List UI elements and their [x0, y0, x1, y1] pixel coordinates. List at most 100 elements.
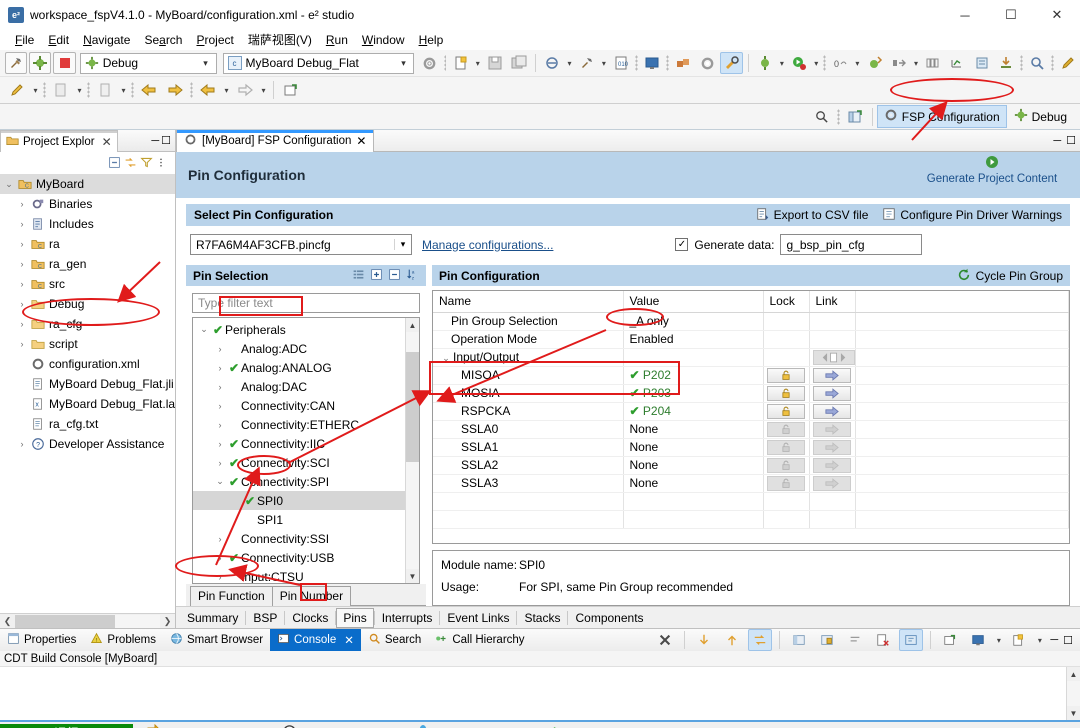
link-group-icon[interactable] [812, 349, 855, 365]
col-header-lock[interactable]: Lock [763, 291, 810, 313]
lock-icon[interactable] [766, 367, 805, 383]
hammer-build-icon[interactable] [576, 52, 598, 74]
bottom-tab-clocks[interactable]: Clocks [285, 608, 335, 628]
tree-twisty[interactable]: › [213, 458, 227, 468]
tree-twisty[interactable]: ⌄ [439, 353, 453, 364]
tree-twisty[interactable]: › [15, 259, 29, 269]
minimize-button[interactable]: ─ [942, 0, 988, 30]
open-perspective-icon[interactable] [843, 106, 867, 128]
pin-row-ssla3[interactable]: SSLA3 None [433, 474, 1069, 493]
link-cell[interactable] [809, 456, 856, 475]
bottom-tab-bsp[interactable]: BSP [246, 608, 284, 628]
link-arrow-icon[interactable] [812, 439, 851, 455]
settings-gear-icon[interactable] [696, 52, 718, 74]
tree-twisty[interactable]: › [213, 363, 227, 373]
forward-icon[interactable] [163, 79, 187, 101]
vscroll-thumb[interactable] [406, 352, 419, 462]
pin-tree-item[interactable]: › ✔ Connectivity:SCI [193, 453, 405, 472]
tree-twisty[interactable]: ⌄ [2, 179, 16, 190]
pin-row-mosia[interactable]: MOSIA ✔ P203 [433, 384, 1069, 403]
profile-icon[interactable] [946, 52, 968, 74]
hscroll-thumb[interactable] [15, 614, 115, 628]
step-into-icon[interactable] [888, 52, 910, 74]
pin-tree-item[interactable]: SPI1 [193, 510, 405, 529]
tree-twisty[interactable]: › [213, 401, 227, 411]
hscroll-track[interactable] [15, 614, 160, 628]
subtab-pin-number[interactable]: Pin Number [271, 586, 352, 606]
sort-az-icon[interactable]: az [406, 268, 419, 284]
lock-icon[interactable] [766, 439, 805, 455]
link-cell[interactable] [809, 348, 856, 367]
tree-twisty[interactable]: › [15, 319, 29, 329]
link-with-editor-icon[interactable] [124, 156, 137, 169]
launch-target-combo[interactable]: c MyBoard Debug_Flat ▾ [222, 52, 415, 74]
tree-twisty[interactable]: › [213, 534, 227, 544]
minimize-view-icon[interactable]: ─ [151, 135, 159, 147]
pin-tree-vscrollbar[interactable]: ▲ ▼ [405, 318, 419, 583]
console-tab-search[interactable]: Search [361, 629, 428, 651]
view-filter-icon[interactable] [140, 156, 153, 169]
tree-twisty[interactable]: › [15, 219, 29, 229]
bookmark-icon[interactable] [49, 79, 73, 101]
console-tab-problems[interactable]: ! Problems [83, 629, 163, 651]
highlight-dropdown-icon[interactable]: ▾ [30, 80, 41, 100]
tree-twisty[interactable]: › [15, 299, 29, 309]
configure-pin-driver-warnings-button[interactable]: Configure Pin Driver Warnings [882, 207, 1062, 224]
col-header-name[interactable]: Name [433, 291, 624, 313]
run-dropdown-icon[interactable]: ▾ [811, 53, 821, 73]
tree-item[interactable]: › ra_cfg [0, 314, 175, 334]
save-all-icon[interactable] [508, 52, 530, 74]
tree-item[interactable]: › script [0, 334, 175, 354]
console-vscrollbar[interactable]: ▲ ▼ [1066, 667, 1080, 720]
save-icon[interactable] [484, 52, 506, 74]
close-button[interactable]: ✕ [1034, 0, 1080, 30]
tree-item[interactable]: › Binaries [0, 194, 175, 214]
tree-twisty[interactable]: ⌄ [197, 324, 211, 335]
bookmark-dropdown-icon[interactable]: ▾ [74, 80, 85, 100]
scroll-right-icon[interactable]: ❯ [160, 616, 175, 627]
pin-row-ssla1[interactable]: SSLA1 None [433, 438, 1069, 457]
pin-tree-item[interactable]: › Analog:ADC [193, 339, 405, 358]
close-icon[interactable]: ✕ [344, 633, 354, 647]
tree-twisty[interactable]: › [15, 339, 29, 349]
tree-item[interactable]: › Cra [0, 234, 175, 254]
pin-row-value[interactable]: None [623, 420, 764, 439]
launch-settings-gear-icon[interactable] [418, 52, 440, 74]
scroll-up-icon[interactable]: ▲ [1067, 667, 1080, 681]
pin-row-value[interactable]: ✔ P204 [623, 402, 764, 421]
editor-tab-fsp-configuration[interactable]: [MyBoard] FSP Configuration ✕ [176, 130, 375, 152]
run-debug-dropdown-icon[interactable]: ▾ [777, 53, 787, 73]
link-arrow-icon[interactable] [812, 475, 851, 491]
chevron-down-icon[interactable]: ▾ [394, 239, 411, 250]
pin-tree-item[interactable]: › Analog:DAC [193, 377, 405, 396]
next-annotation-icon[interactable] [93, 79, 117, 101]
pin-tree-item[interactable]: › Connectivity:SSI [193, 529, 405, 548]
bottom-tab-event-links[interactable]: Event Links [440, 608, 516, 628]
menu-edit[interactable]: Edit [41, 30, 76, 50]
scroll-down-icon[interactable]: ▼ [1067, 706, 1080, 720]
console-tab-call-hierarchy[interactable]: Call Hierarchy [428, 629, 531, 651]
pin-tree-item[interactable]: ⌄ ✔ Connectivity:SPI [193, 472, 405, 491]
pin-tree-item[interactable]: › Input:CTSU [193, 567, 405, 584]
link-arrow-icon[interactable] [812, 421, 851, 437]
maximize-editor-icon[interactable]: ☐ [1066, 134, 1076, 147]
project-tree[interactable]: ⌄ C MyBoard › Binaries › Includes › Cra › Cra_gen ›… [0, 172, 175, 613]
show-console-icon[interactable] [787, 629, 811, 651]
link-cell[interactable] [809, 474, 856, 493]
perspective-fsp-configuration[interactable]: FSP Configuration [876, 105, 1007, 128]
tree-twisty[interactable]: › [15, 239, 29, 249]
menu-help[interactable]: Help [412, 30, 451, 50]
maximize-console-icon[interactable]: ☐ [1063, 634, 1073, 647]
lock-icon[interactable] [766, 385, 805, 401]
pin-row-value[interactable]: _A only [623, 312, 764, 331]
word-wrap-icon[interactable] [843, 629, 867, 651]
tree-item[interactable]: › Csrc [0, 274, 175, 294]
link-cell[interactable] [809, 438, 856, 457]
console-body[interactable]: ▲ ▼ [0, 667, 1080, 720]
tree-twisty[interactable]: › [15, 199, 29, 209]
step-into-dropdown-icon[interactable]: ▾ [911, 53, 921, 73]
pin-row-input-output[interactable]: ⌄ Input/Output [433, 348, 1069, 367]
pin-tree-item-spi0[interactable]: ✔ SPI0 [193, 491, 405, 510]
pin-row-value[interactable]: ✔ P202 [623, 366, 764, 385]
tree-twisty[interactable]: › [213, 382, 227, 392]
